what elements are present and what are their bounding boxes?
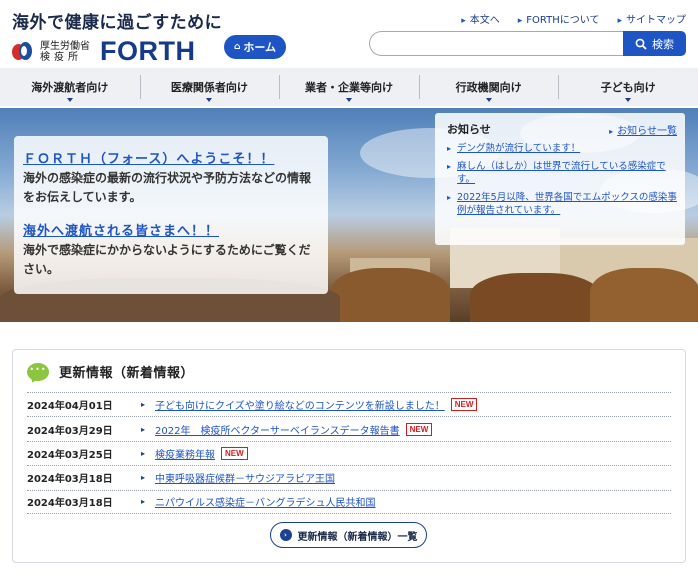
update-date: 2024年03月25日 bbox=[27, 449, 113, 461]
nav-item-government[interactable]: 行政機関向け bbox=[418, 68, 559, 106]
chevron-right-icon: ▸ bbox=[447, 144, 452, 153]
chevron-down-icon bbox=[485, 98, 492, 102]
update-link[interactable]: 子ども向けにクイズや塗り絵などのコンテンツを新設しました！ bbox=[155, 397, 445, 412]
update-date: 2024年04月01日 bbox=[27, 401, 113, 413]
chevron-right-icon: ▸ bbox=[141, 448, 146, 458]
notice-item[interactable]: ▸ 麻しん（はしか）は世界で流行している感染症です。 bbox=[447, 160, 677, 186]
chevron-right-icon: ▸ bbox=[617, 16, 622, 26]
global-nav: 海外渡航者向け 医療関係者向け 業者・企業等向け 行政機関向け 子ども向け bbox=[0, 68, 698, 106]
chevron-down-icon bbox=[66, 98, 73, 102]
updates-title: 更新情報（新着情報） bbox=[59, 366, 195, 381]
chevron-right-icon: ▸ bbox=[141, 424, 146, 434]
home-button[interactable]: ⌂ ホーム bbox=[224, 35, 286, 59]
chevron-right-icon: ▸ bbox=[447, 193, 452, 202]
site-logo[interactable]: 厚生労働省 検疫所 FORTH bbox=[12, 36, 195, 67]
chevron-right-icon: ▸ bbox=[141, 473, 146, 483]
welcome-text: 海外の感染症の最新の流行状況や予防方法などの情報をお伝えしています。 bbox=[23, 171, 312, 204]
update-link[interactable]: ニパウイルス感染症－バングラデシュ人民共和国 bbox=[155, 494, 376, 509]
chevron-right-icon: ▸ bbox=[461, 16, 466, 26]
chevron-right-icon: ▸ bbox=[609, 126, 614, 136]
ministry-name: 厚生労働省 検疫所 bbox=[40, 41, 90, 63]
new-badge: NEW bbox=[450, 398, 478, 412]
notice-item[interactable]: ▸ 2022年5月以降、世界各国でエムポックスの感染事例が報告されています。 bbox=[447, 191, 677, 217]
notices-title: お知らせ bbox=[447, 123, 491, 136]
chevron-down-icon bbox=[206, 98, 213, 102]
forth-logo-text: FORTH bbox=[100, 36, 196, 66]
update-link[interactable]: 中東呼吸器症候群－サウジアラビア王国 bbox=[155, 470, 335, 485]
updates-list: 2024年04月01日 ▸ 子ども向けにクイズや塗り絵などのコンテンツを新設しま… bbox=[27, 392, 671, 514]
nav-item-medical[interactable]: 医療関係者向け bbox=[139, 68, 280, 106]
welcome-heading-link[interactable]: ＦＯＲＴＨ（フォース）へようこそ！！ bbox=[23, 148, 319, 167]
chevron-right-icon: ▸ bbox=[141, 400, 146, 410]
update-date: 2024年03月18日 bbox=[27, 474, 113, 486]
travelers-heading-link[interactable]: 海外へ渡航される皆さまへ！！ bbox=[23, 220, 319, 239]
travelers-text: 海外で感染症にかからないようにするためにご覧ください。 bbox=[23, 243, 311, 276]
table-row: 2024年04月01日 ▸ 子ども向けにクイズや塗り絵などのコンテンツを新設しま… bbox=[27, 392, 671, 416]
updates-section: ••• 更新情報（新着情報） 2024年04月01日 ▸ 子ども向けにクイズや塗… bbox=[12, 349, 686, 563]
search-input[interactable] bbox=[369, 31, 623, 56]
notices-panel: お知らせ ▸ お知らせ一覧 ▸ デング熱が流行しています！ ▸ 麻しん（はしか）は世界… bbox=[435, 113, 685, 245]
update-link[interactable]: 検疫業務年報 bbox=[155, 446, 215, 461]
update-date: 2024年03月18日 bbox=[27, 498, 113, 510]
home-button-label: ホーム bbox=[243, 41, 277, 54]
ministry-logo-icon bbox=[12, 41, 34, 63]
new-badge: NEW bbox=[405, 422, 433, 436]
chevron-down-icon bbox=[345, 98, 352, 102]
nav-item-travelers[interactable]: 海外渡航者向け bbox=[0, 68, 140, 106]
search-button-label: 検索 bbox=[652, 37, 674, 51]
about-forth-link[interactable]: ▸ FORTHについて bbox=[518, 11, 600, 26]
update-date: 2024年03月29日 bbox=[27, 425, 113, 437]
utility-links: ▸ 本文へ ▸ FORTHについて ▸ サイトマップ bbox=[443, 11, 686, 26]
nav-item-children[interactable]: 子ども向け bbox=[558, 68, 698, 106]
skip-to-content-link[interactable]: ▸ 本文へ bbox=[461, 11, 500, 26]
chevron-right-icon: ▸ bbox=[517, 16, 523, 26]
ministry-name-line1: 厚生労働省 bbox=[40, 40, 90, 52]
table-row: 2024年03月18日 ▸ 中東呼吸器症候群－サウジアラビア王国 bbox=[27, 465, 671, 489]
update-link[interactable]: 2022年 検疫所ベクターサーベイランスデータ報告書 bbox=[155, 422, 400, 437]
chat-bubble-icon: ••• bbox=[27, 362, 49, 381]
ministry-name-line2: 検疫所 bbox=[40, 51, 82, 63]
welcome-panel: ＦＯＲＴＨ（フォース）へようこそ！！ 海外の感染症の最新の流行状況や予防方法など… bbox=[14, 136, 328, 294]
home-icon: ⌂ bbox=[233, 42, 241, 52]
new-badge: NEW bbox=[221, 446, 248, 460]
chevron-down-icon bbox=[625, 98, 632, 102]
sitemap-link[interactable]: ▸ サイトマップ bbox=[617, 11, 686, 26]
table-row: 2024年03月29日 ▸ 2022年 検疫所ベクターサーベイランスデータ報告書… bbox=[27, 416, 671, 440]
search-icon bbox=[635, 38, 647, 50]
search-button[interactable]: 検索 bbox=[623, 31, 686, 56]
table-row: 2024年03月18日 ▸ ニパウイルス感染症－バングラデシュ人民共和国 bbox=[27, 489, 671, 514]
site-header: 海外で健康に過ごすために 厚生労働省 検疫所 FORTH ⌂ ホーム ▸ 本文へ … bbox=[0, 0, 698, 68]
chevron-right-icon: ▸ bbox=[141, 497, 146, 507]
table-row: 2024年03月25日 ▸ 検疫業務年報 NEW bbox=[27, 440, 671, 465]
updates-list-button-label: 更新情報（新着情報）一覧 bbox=[297, 531, 418, 543]
chevron-right-icon: › bbox=[279, 529, 292, 541]
nav-item-business[interactable]: 業者・企業等向け bbox=[279, 68, 419, 106]
notice-item[interactable]: ▸ デング熱が流行しています！ bbox=[447, 142, 677, 155]
site-tagline: 海外で健康に過ごすために bbox=[12, 13, 223, 33]
notices-list-link[interactable]: ▸ お知らせ一覧 bbox=[609, 122, 677, 137]
chevron-right-icon: ▸ bbox=[447, 162, 452, 171]
updates-list-button[interactable]: › 更新情報（新着情報）一覧 bbox=[270, 522, 427, 548]
